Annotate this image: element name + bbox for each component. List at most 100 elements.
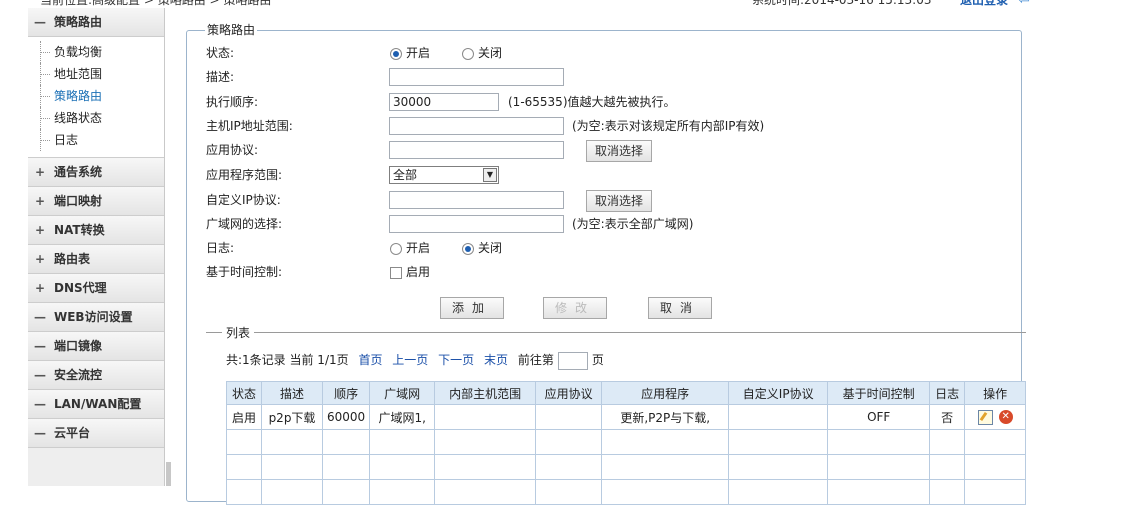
menu-group-label: 端口映射 [54, 194, 103, 208]
menu-group-label: 端口镜像 [54, 339, 103, 353]
menu-group-dns-proxy[interactable]: + DNS代理 [28, 274, 164, 303]
menu-group-cloud-platform[interactable]: — 云平台 [28, 419, 164, 448]
cancel-button[interactable]: 取消 [648, 297, 712, 319]
edit-icon[interactable] [977, 409, 993, 425]
col-wan: 广域网 [369, 381, 436, 405]
description-input[interactable] [389, 68, 564, 86]
status-off-radio[interactable] [462, 47, 474, 60]
table-row-empty [226, 429, 1027, 455]
modify-button[interactable]: 修改 [543, 297, 607, 319]
add-button[interactable]: 添加 [440, 297, 504, 319]
col-app-program: 应用程序 [601, 381, 730, 405]
status-on-option[interactable]: 开启 [390, 43, 430, 63]
fieldset-legend: 策略路由 [205, 21, 258, 38]
menu-group-label: 安全流控 [54, 368, 103, 382]
wan-label: 广域网的选择: [206, 217, 283, 231]
menu-group-notice-system[interactable]: + 通告系统 [28, 158, 164, 187]
sidebar-item-load-balance[interactable]: 负载均衡 [38, 41, 164, 63]
table-row-empty [226, 479, 1027, 505]
cell-order: 60000 [321, 404, 371, 430]
col-log: 日志 [929, 381, 966, 405]
app-range-selected: 全部 [393, 168, 418, 182]
custom-ip-label: 自定义IP协议: [206, 193, 281, 207]
collapse-icon: — [34, 368, 46, 382]
cell-actions: ✕ [964, 404, 1027, 430]
col-host-range: 内部主机范围 [434, 381, 537, 405]
first-page-link[interactable]: 首页 [358, 353, 382, 367]
expand-icon: + [34, 223, 46, 237]
cell-custom-ip [728, 404, 829, 430]
sidebar-item-address-range[interactable]: 地址范围 [38, 63, 164, 85]
goto-page-input[interactable] [557, 351, 588, 370]
app-protocol-label: 应用协议: [206, 143, 259, 157]
host-ip-label: 主机IP地址范围: [206, 119, 293, 133]
collapse-icon: — [34, 15, 46, 29]
log-label: 日志: [206, 241, 235, 255]
col-actions: 操作 [964, 381, 1027, 405]
collapse-icon: — [34, 426, 46, 440]
table-row: 启用 p2p下载 60000 广域网1, 更新,P2P与下载, OFF 否 ✕ [226, 404, 1027, 430]
sidebar-item-policy-routing[interactable]: 策略路由 [38, 85, 164, 107]
menu-group-label: WEB访问设置 [54, 310, 133, 324]
chevron-down-icon[interactable]: ▼ [483, 168, 497, 182]
sidebar-item-log[interactable]: 日志 [38, 129, 164, 151]
col-order: 顺序 [321, 381, 371, 405]
submenu-policy-routing: 负载均衡 地址范围 策略路由 线路状态 日志 [28, 37, 164, 158]
wan-input[interactable] [389, 215, 564, 233]
goto-prefix: 前往第 [517, 353, 554, 367]
time-enable-option[interactable]: 启用 [390, 262, 430, 282]
pagination: 共:1条记录 当前 1/1页 首页 上一页 下一页 末页 前往第 页 [226, 350, 604, 370]
policy-table: 状态 描述 顺序 广域网 内部主机范围 应用协议 应用程序 自定义IP协议 基于… [226, 381, 1027, 505]
menu-group-lan-wan[interactable]: — LAN/WAN配置 [28, 390, 164, 419]
col-time-control: 基于时间控制 [827, 381, 931, 405]
menu-group-security-flow[interactable]: — 安全流控 [28, 361, 164, 390]
cell-description: p2p下载 [261, 404, 323, 430]
time-enable-checkbox[interactable] [390, 266, 402, 279]
cancel-select-button-2[interactable]: 取消选择 [586, 190, 653, 212]
sidebar-scroll-edge [166, 462, 171, 486]
last-page-link[interactable]: 末页 [484, 353, 508, 367]
menu-group-nat[interactable]: + NAT转换 [28, 216, 164, 245]
breadcrumb: 当前位置:高级配置 > 策略路由 > 策略路由 [40, 0, 272, 7]
prev-page-link[interactable]: 上一页 [392, 353, 428, 367]
log-on-radio[interactable] [390, 242, 402, 255]
order-input[interactable]: 30000 [389, 93, 499, 111]
goto-suffix: 页 [591, 353, 604, 367]
cancel-select-button[interactable]: 取消选择 [586, 140, 653, 162]
app-protocol-input[interactable] [389, 141, 564, 159]
menu-group-label: LAN/WAN配置 [54, 397, 142, 411]
sidebar-item-line-status[interactable]: 线路状态 [38, 107, 164, 129]
time-control-label: 基于时间控制: [206, 265, 283, 279]
logout-link[interactable]: 退出登录 [960, 0, 1008, 8]
menu-group-label: 通告系统 [54, 165, 103, 179]
menu-group-label: NAT转换 [54, 223, 105, 237]
next-page-link[interactable]: 下一页 [438, 353, 474, 367]
collapse-icon: — [34, 339, 46, 353]
app-range-select[interactable]: 全部 ▼ [389, 166, 499, 184]
log-off-option[interactable]: 关闭 [462, 238, 502, 258]
menu-group-port-mirror[interactable]: — 端口镜像 [28, 332, 164, 361]
menu-group-label: 云平台 [54, 426, 91, 440]
cell-log: 否 [929, 404, 966, 430]
status-label: 状态: [206, 46, 235, 60]
cell-time-control: OFF [827, 404, 931, 430]
log-off-radio[interactable] [462, 242, 474, 255]
menu-group-route-table[interactable]: + 路由表 [28, 245, 164, 274]
log-on-option[interactable]: 开启 [390, 238, 430, 258]
logout-arrow-icon[interactable]: ⇦ [1018, 0, 1044, 7]
list-divider-left [206, 332, 222, 333]
menu-group-label: 策略路由 [54, 15, 103, 29]
cell-wan: 广域网1, [369, 404, 436, 430]
host-ip-input[interactable] [389, 117, 564, 135]
menu-group-label: DNS代理 [54, 281, 107, 295]
menu-group-port-mapping[interactable]: + 端口映射 [28, 187, 164, 216]
menu-group-web-access[interactable]: — WEB访问设置 [28, 303, 164, 332]
custom-ip-input[interactable] [389, 191, 564, 209]
description-label: 描述: [206, 70, 235, 84]
menu-group-policy-routing[interactable]: — 策略路由 [28, 8, 164, 37]
delete-icon[interactable]: ✕ [998, 410, 1013, 424]
sidebar: — 策略路由 负载均衡 地址范围 策略路由 线路状态 日志 + 通告系统 + 端口映… [28, 8, 165, 486]
status-on-radio[interactable] [390, 47, 402, 60]
status-on-label: 开启 [406, 46, 431, 60]
status-off-option[interactable]: 关闭 [462, 43, 502, 63]
